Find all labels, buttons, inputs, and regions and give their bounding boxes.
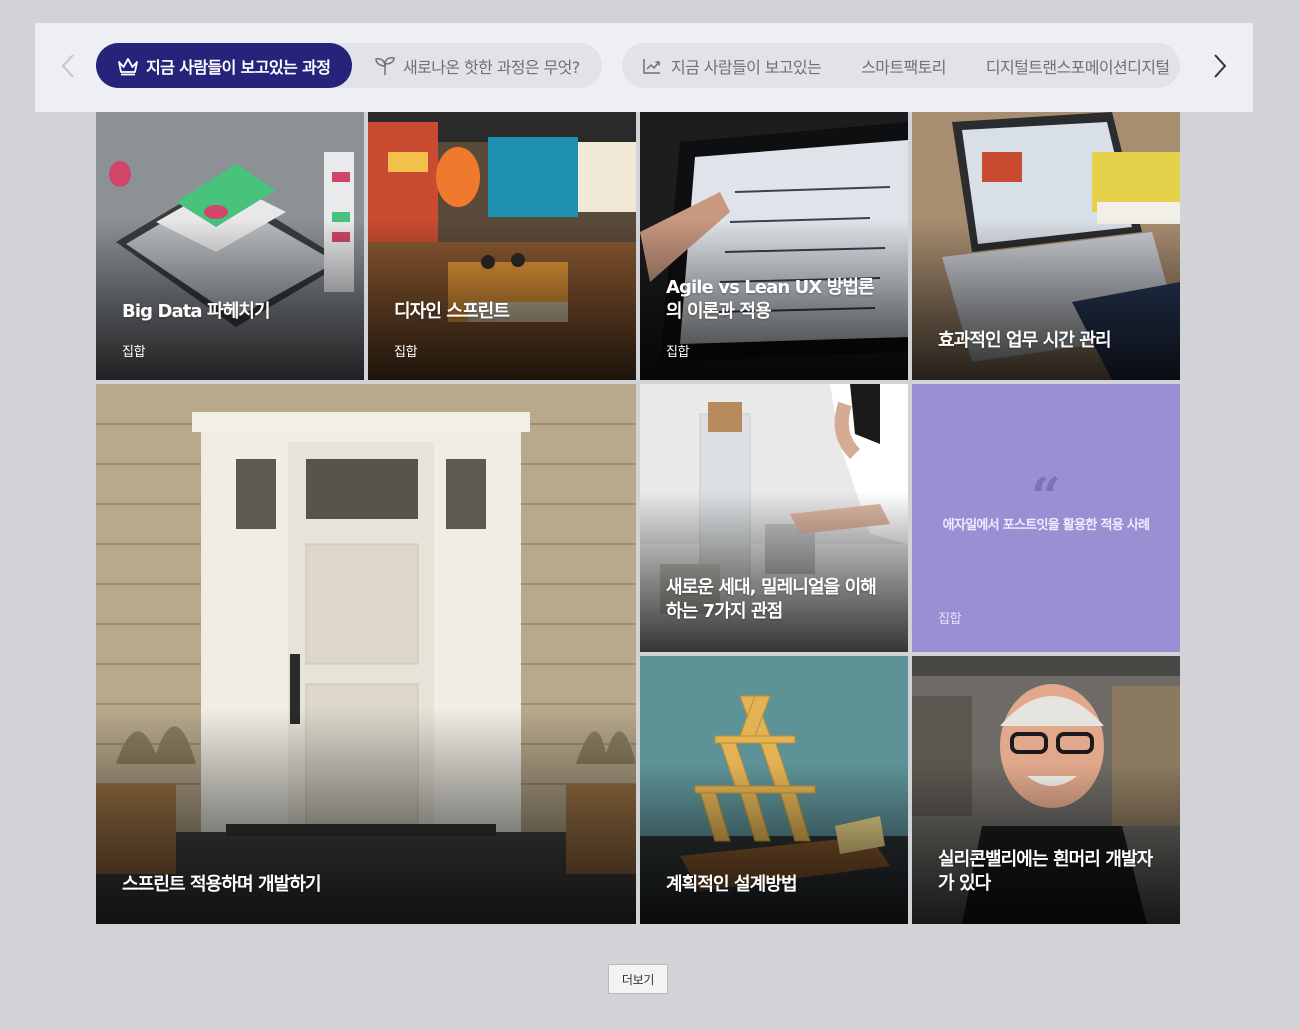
trending-keywords-group: 지금 사람들이 보고있는 스마트팩토리 디지털트랜스포메이션 디지털	[622, 43, 1180, 88]
card-title: 계획적인 설계방법	[666, 874, 798, 895]
course-card-design-sprint[interactable]: 디자인 스프린트 집합	[368, 112, 636, 380]
trending-keyword[interactable]: 디지털트랜스포메이션	[986, 54, 1128, 78]
card-tag: 집합	[122, 345, 146, 360]
prev-button[interactable]	[55, 51, 83, 81]
course-card-agile-lean-ux[interactable]: Agile vs Lean UX 방법론의 이론과 적용 집합	[640, 112, 908, 380]
tab-trending-courses[interactable]: 지금 사람들이 보고있는 과정	[96, 43, 352, 88]
chevron-left-icon	[61, 54, 74, 78]
sprout-icon	[375, 56, 395, 75]
card-title: 스프린트 적용하며 개발하기	[122, 874, 322, 895]
course-card-design-method[interactable]: 계획적인 설계방법	[640, 656, 908, 924]
trending-keyword[interactable]: 지금 사람들이 보고있는	[671, 54, 822, 78]
course-card-time-management[interactable]: 효과적인 업무 시간 관리	[912, 112, 1180, 380]
category-bar: 지금 사람들이 보고있는 과정 새로나온 핫한 과정은 무엇? 지금 사람들이 …	[35, 23, 1253, 112]
course-card-sprint-development[interactable]: 스프린트 적용하며 개발하기	[96, 384, 636, 924]
card-title: Big Data 파헤치기	[122, 301, 271, 322]
card-overlay	[640, 763, 908, 924]
card-title: 디자인 스프린트	[394, 301, 510, 322]
tab-label: 새로나온 핫한 과정은 무엇?	[403, 57, 580, 77]
trending-keyword[interactable]: 스마트팩토리	[861, 54, 946, 78]
card-title: 실리콘밸리에는 흰머리 개발자가 있다	[938, 849, 1153, 894]
next-button[interactable]	[1205, 51, 1233, 81]
card-overlay	[912, 763, 1180, 924]
course-card-millennials[interactable]: 새로운 세대, 밀레니얼을 이해하는 7가지 관점	[640, 384, 908, 652]
course-card-silicon-valley[interactable]: 실리콘밸리에는 흰머리 개발자가 있다	[912, 656, 1180, 924]
card-tag: 집합	[666, 345, 690, 360]
card-overlay	[640, 491, 908, 652]
card-tag: 집합	[394, 345, 418, 360]
card-title: Agile vs Lean UX 방법론의 이론과 적용	[666, 277, 875, 322]
card-title: 새로운 세대, 밀레니얼을 이해하는 7가지 관점	[666, 577, 877, 622]
crown-icon	[118, 57, 138, 75]
trending-keywords: 지금 사람들이 보고있는 스마트팩토리 디지털트랜스포메이션 디지털	[642, 43, 1170, 88]
quote-text: 애자일에서 포스트잇을 활용한 적용 사례	[942, 518, 1150, 533]
load-more-button[interactable]: 더보기	[608, 964, 668, 994]
card-overlay	[912, 219, 1180, 380]
course-card-big-data[interactable]: Big Data 파헤치기 집합	[96, 112, 364, 380]
card-tag: 집합	[938, 612, 962, 627]
quote-card-agile-postit[interactable]: “ 애자일에서 포스트잇을 활용한 적용 사례 집합	[912, 384, 1180, 652]
trending-keyword[interactable]: 디지털	[1127, 54, 1170, 78]
chevron-right-icon	[1214, 54, 1227, 78]
tab-new-courses[interactable]: 새로나온 핫한 과정은 무엇?	[374, 43, 580, 88]
tab-label: 지금 사람들이 보고있는 과정	[146, 57, 331, 77]
card-title: 효과적인 업무 시간 관리	[938, 330, 1112, 351]
primary-tab-group: 지금 사람들이 보고있는 과정 새로나온 핫한 과정은 무엇?	[96, 43, 602, 88]
trending-up-icon	[643, 58, 660, 74]
